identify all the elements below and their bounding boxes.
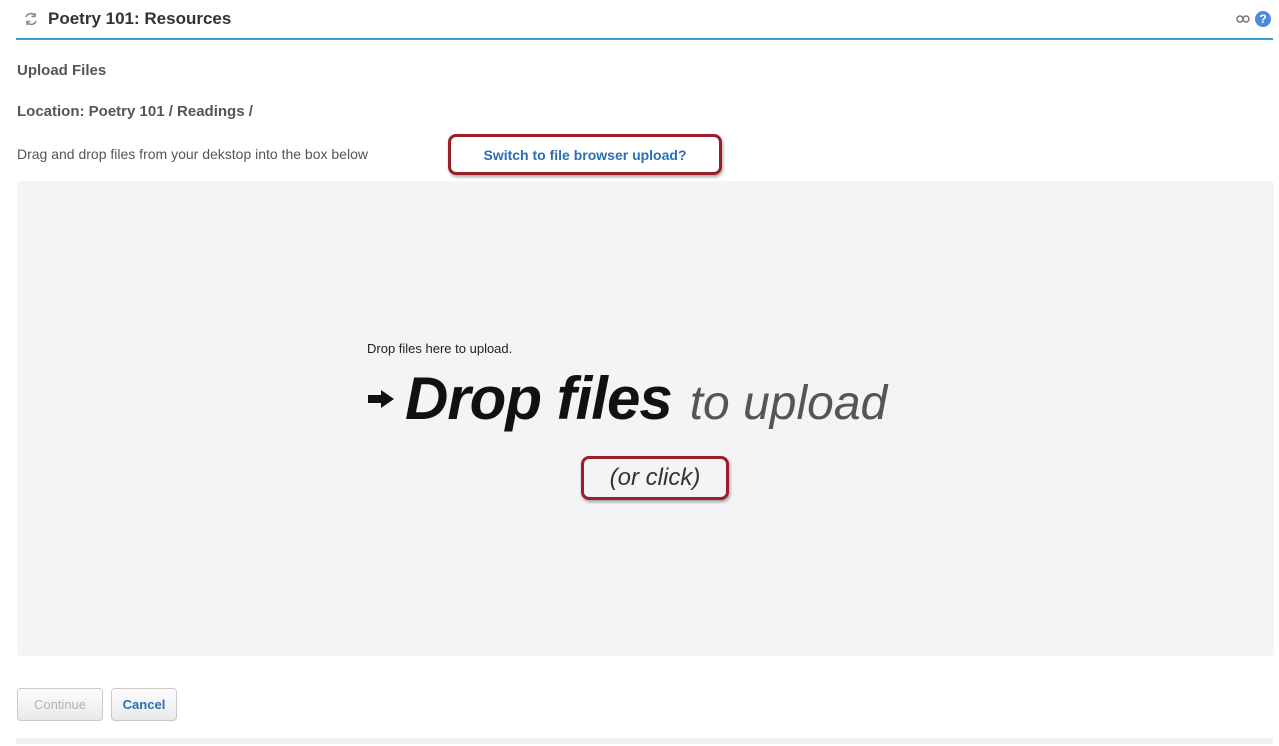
continue-button[interactable]: Continue	[17, 688, 103, 721]
drop-zone-hint: Drop files here to upload.	[367, 341, 513, 356]
switch-to-file-browser-link[interactable]: Switch to file browser upload?	[448, 134, 722, 175]
arrow-right-icon	[367, 384, 397, 414]
footer-divider	[16, 738, 1273, 744]
title-actions: ?	[1235, 11, 1271, 27]
or-click-prompt[interactable]: (or click)	[581, 456, 729, 500]
drop-zone-message: Drop files to upload	[367, 364, 887, 433]
tool-title-bar: Poetry 101: Resources ?	[16, 0, 1273, 40]
resources-upload-page: Poetry 101: Resources ? Upload Files Loc…	[0, 0, 1279, 746]
tool-title: Poetry 101: Resources	[48, 9, 232, 28]
cancel-button[interactable]: Cancel	[111, 688, 177, 721]
help-icon[interactable]: ?	[1255, 11, 1271, 27]
link-icon[interactable]	[1235, 11, 1251, 27]
upload-instructions: Drag and drop files from your dekstop in…	[17, 146, 368, 162]
to-upload-text: to upload	[689, 377, 888, 430]
page-heading: Upload Files	[17, 62, 107, 79]
file-drop-zone[interactable]: Drop files here to upload. Drop files to…	[17, 181, 1274, 656]
drop-files-text: Drop files	[405, 365, 673, 432]
reset-tool-icon[interactable]	[20, 8, 42, 30]
location-breadcrumb: Location: Poetry 101 / Readings /	[17, 103, 253, 120]
